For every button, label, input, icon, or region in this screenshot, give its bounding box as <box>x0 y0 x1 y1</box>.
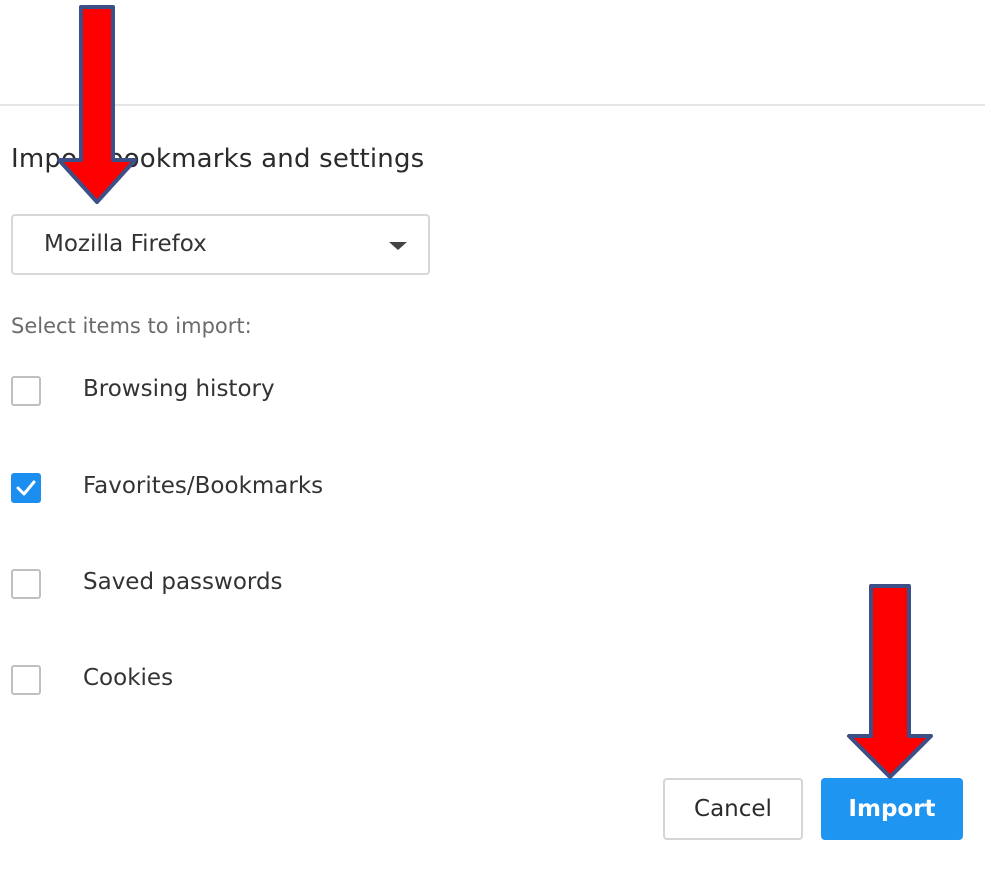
checkbox-favorites-bookmarks[interactable] <box>11 473 41 503</box>
checkbox-label: Saved passwords <box>83 569 283 595</box>
checkbox-row-favorites-bookmarks[interactable]: Favorites/Bookmarks <box>11 473 511 507</box>
checkmark-icon <box>16 480 36 496</box>
checkbox-row-cookies[interactable]: Cookies <box>11 665 511 699</box>
browser-select[interactable]: Mozilla Firefox <box>11 214 430 275</box>
browser-select-value: Mozilla Firefox <box>44 231 207 257</box>
checkbox-label: Cookies <box>83 665 174 691</box>
header-divider <box>0 104 985 106</box>
import-button[interactable]: Import <box>821 778 963 840</box>
cancel-button[interactable]: Cancel <box>663 778 803 840</box>
checkbox-label: Favorites/Bookmarks <box>83 473 324 499</box>
checkbox-saved-passwords[interactable] <box>11 569 41 599</box>
checkbox-row-saved-passwords[interactable]: Saved passwords <box>11 569 511 603</box>
checkbox-cookies[interactable] <box>11 665 41 695</box>
chevron-down-icon <box>389 242 407 250</box>
section-label: Select items to import: <box>11 314 252 338</box>
checkbox-label: Browsing history <box>83 376 275 402</box>
dialog-title: Import bookmarks and settings <box>11 144 425 174</box>
red-arrow-icon <box>847 584 933 779</box>
checkbox-browsing-history[interactable] <box>11 376 41 406</box>
checkbox-row-browsing-history[interactable]: Browsing history <box>11 376 511 410</box>
import-dialog: Import bookmarks and settings Mozilla Fi… <box>0 0 985 869</box>
